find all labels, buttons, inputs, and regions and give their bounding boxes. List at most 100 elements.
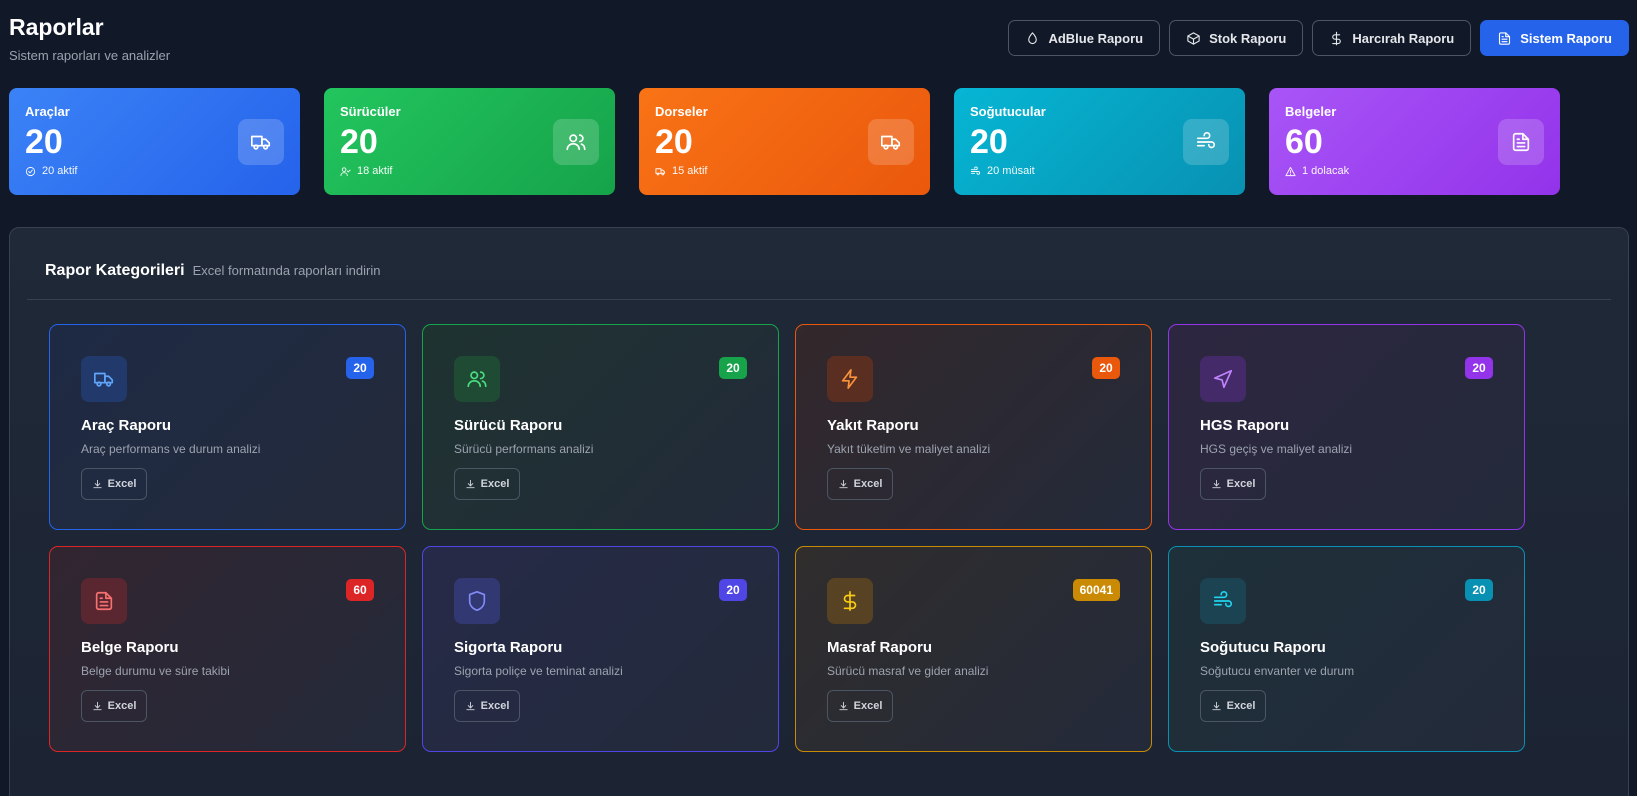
download-icon: [839, 701, 848, 710]
report-icon-badge: [827, 356, 873, 402]
report-title: HGS Raporu: [1200, 417, 1290, 434]
stat-card: Belgeler 60 1 dolacak: [1269, 88, 1560, 195]
report-description: Sürücü performans analizi: [454, 442, 594, 456]
report-icon-badge: [1200, 356, 1246, 402]
report-icon-badge: [81, 356, 127, 402]
dollar-icon: [1332, 31, 1342, 45]
report-description: Soğutucu envanter ve durum: [1200, 664, 1355, 678]
report-card: 20 HGS Raporu HGS geçiş ve maliyet analizi…: [1168, 324, 1525, 530]
report-icon-badge: [827, 578, 873, 624]
excel-download-button[interactable]: Excel: [827, 690, 893, 722]
header-action-button-0[interactable]: AdBlue Raporu: [1008, 20, 1161, 56]
excel-download-button[interactable]: Excel: [81, 468, 147, 500]
report-title: Soğutucu Raporu: [1200, 639, 1326, 656]
report-description: Sigorta poliçe ve teminat analizi: [454, 664, 623, 678]
users-icon: [467, 371, 487, 388]
header-action-label: AdBlue Raporu: [1048, 30, 1144, 46]
report-card: 20 Sürücü Raporu Sürücü performans analizi…: [422, 324, 779, 530]
excel-download-button[interactable]: Excel: [827, 468, 893, 500]
zap-icon: [841, 369, 858, 389]
report-count-badge: 20: [346, 357, 374, 379]
dollar-icon: [843, 591, 857, 611]
stat-label: Sürücüler: [340, 104, 401, 119]
report-title: Sürücü Raporu: [454, 417, 563, 434]
excel-button-label: Excel: [480, 700, 510, 712]
report-title: Belge Raporu: [81, 639, 179, 656]
alert-triangle-icon: [1285, 166, 1296, 176]
header-action-label: Harcırah Raporu: [1352, 30, 1455, 46]
report-count-badge: 20: [1465, 579, 1493, 601]
report-card: 20 Yakıt Raporu Yakıt tüketim ve maliyet a…: [795, 324, 1152, 530]
stat-label: Belgeler: [1285, 104, 1337, 119]
header-action-button-3[interactable]: Sistem Raporu: [1480, 20, 1629, 56]
report-card: 60041 Masraf Raporu Sürücü masraf ve gider…: [795, 546, 1152, 752]
excel-download-button[interactable]: Excel: [454, 468, 520, 500]
wind-icon: [1196, 132, 1216, 149]
excel-button-label: Excel: [1226, 700, 1256, 712]
report-title: Araç Raporu: [81, 417, 172, 434]
report-card: 20 Soğutucu Raporu Soğutucu envanter ve du…: [1168, 546, 1525, 752]
panel-description: Excel formatında raporları indirin: [192, 263, 381, 278]
excel-download-button[interactable]: Excel: [1200, 468, 1266, 500]
excel-button-label: Excel: [853, 700, 883, 712]
excel-button-label: Excel: [1226, 478, 1256, 490]
report-description: HGS geçiş ve maliyet analizi: [1200, 442, 1353, 456]
excel-download-button[interactable]: Excel: [1200, 690, 1266, 722]
stat-subtext: 15 aktif: [655, 165, 914, 177]
report-description: Araç performans ve durum analizi: [81, 442, 261, 456]
download-icon: [93, 479, 102, 488]
stat-card: Dorseler 20 15 aktif: [639, 88, 930, 195]
report-count-badge: 20: [719, 579, 747, 601]
stat-subtext-label: 18 aktif: [357, 165, 393, 177]
stat-subtext: 20 müsait: [970, 165, 1229, 177]
stat-subtext-label: 20 müsait: [987, 165, 1035, 177]
wind-icon: [970, 165, 981, 175]
stat-icon-badge: [553, 119, 599, 165]
stat-subtext-label: 15 aktif: [672, 165, 708, 177]
stat-subtext-label: 20 aktif: [42, 165, 78, 177]
header-action-button-2[interactable]: Harcırah Raporu: [1312, 20, 1472, 56]
users-icon: [566, 134, 586, 151]
excel-download-button[interactable]: Excel: [81, 690, 147, 722]
stat-icon-badge: [238, 119, 284, 165]
report-count-badge: 20: [1092, 357, 1120, 379]
stat-subtext: 18 aktif: [340, 165, 599, 177]
download-icon: [466, 701, 475, 710]
stat-label: Araçlar: [25, 104, 70, 119]
report-description: Yakıt tüketim ve maliyet analizi: [827, 442, 991, 456]
report-title: Masraf Raporu: [827, 639, 933, 656]
download-icon: [466, 479, 475, 488]
stat-subtext: 20 aktif: [25, 165, 284, 177]
navigation-icon: [1213, 369, 1233, 389]
user-check-icon: [340, 166, 351, 176]
wind-icon: [1213, 591, 1233, 608]
stat-card: Araçlar 20 20 aktif: [9, 88, 300, 195]
report-card: 20 Sigorta Raporu Sigorta poliçe ve temina…: [422, 546, 779, 752]
stat-card: Soğutucular 20 20 müsait: [954, 88, 1245, 195]
stat-card: Sürücüler 20 18 aktif: [324, 88, 615, 195]
stat-label: Dorseler: [655, 104, 708, 119]
report-count-badge: 60041: [1072, 579, 1120, 601]
truck-icon: [94, 372, 114, 387]
header-action-button-1[interactable]: Stok Raporu: [1169, 20, 1304, 56]
page-subtitle: Sistem raporları ve analizler: [9, 48, 171, 63]
report-icon-badge: [81, 578, 127, 624]
stat-subtext: 1 dolacak: [1285, 165, 1544, 177]
header-actions: AdBlue Raporu Stok Raporu Harcırah Raporu S…: [1008, 20, 1629, 56]
excel-button-label: Excel: [480, 478, 510, 490]
header-action-label: Stok Raporu: [1209, 30, 1287, 46]
panel-divider: [27, 299, 1611, 300]
shield-icon: [468, 591, 486, 611]
file-text-icon: [95, 591, 113, 611]
report-icon-badge: [1200, 578, 1246, 624]
page-title: Raporlar: [9, 14, 104, 40]
droplet-icon: [1028, 31, 1038, 44]
excel-button-label: Excel: [853, 478, 883, 490]
stat-icon-badge: [1498, 119, 1544, 165]
check-circle-icon: [25, 166, 36, 176]
report-description: Sürücü masraf ve gider analizi: [827, 664, 989, 678]
panel-header: Rapor Kategorileri Excel formatında rapo…: [45, 262, 380, 280]
report-description: Belge durumu ve süre takibi: [81, 664, 230, 678]
stat-subtext-label: 1 dolacak: [1302, 165, 1350, 177]
excel-download-button[interactable]: Excel: [454, 690, 520, 722]
